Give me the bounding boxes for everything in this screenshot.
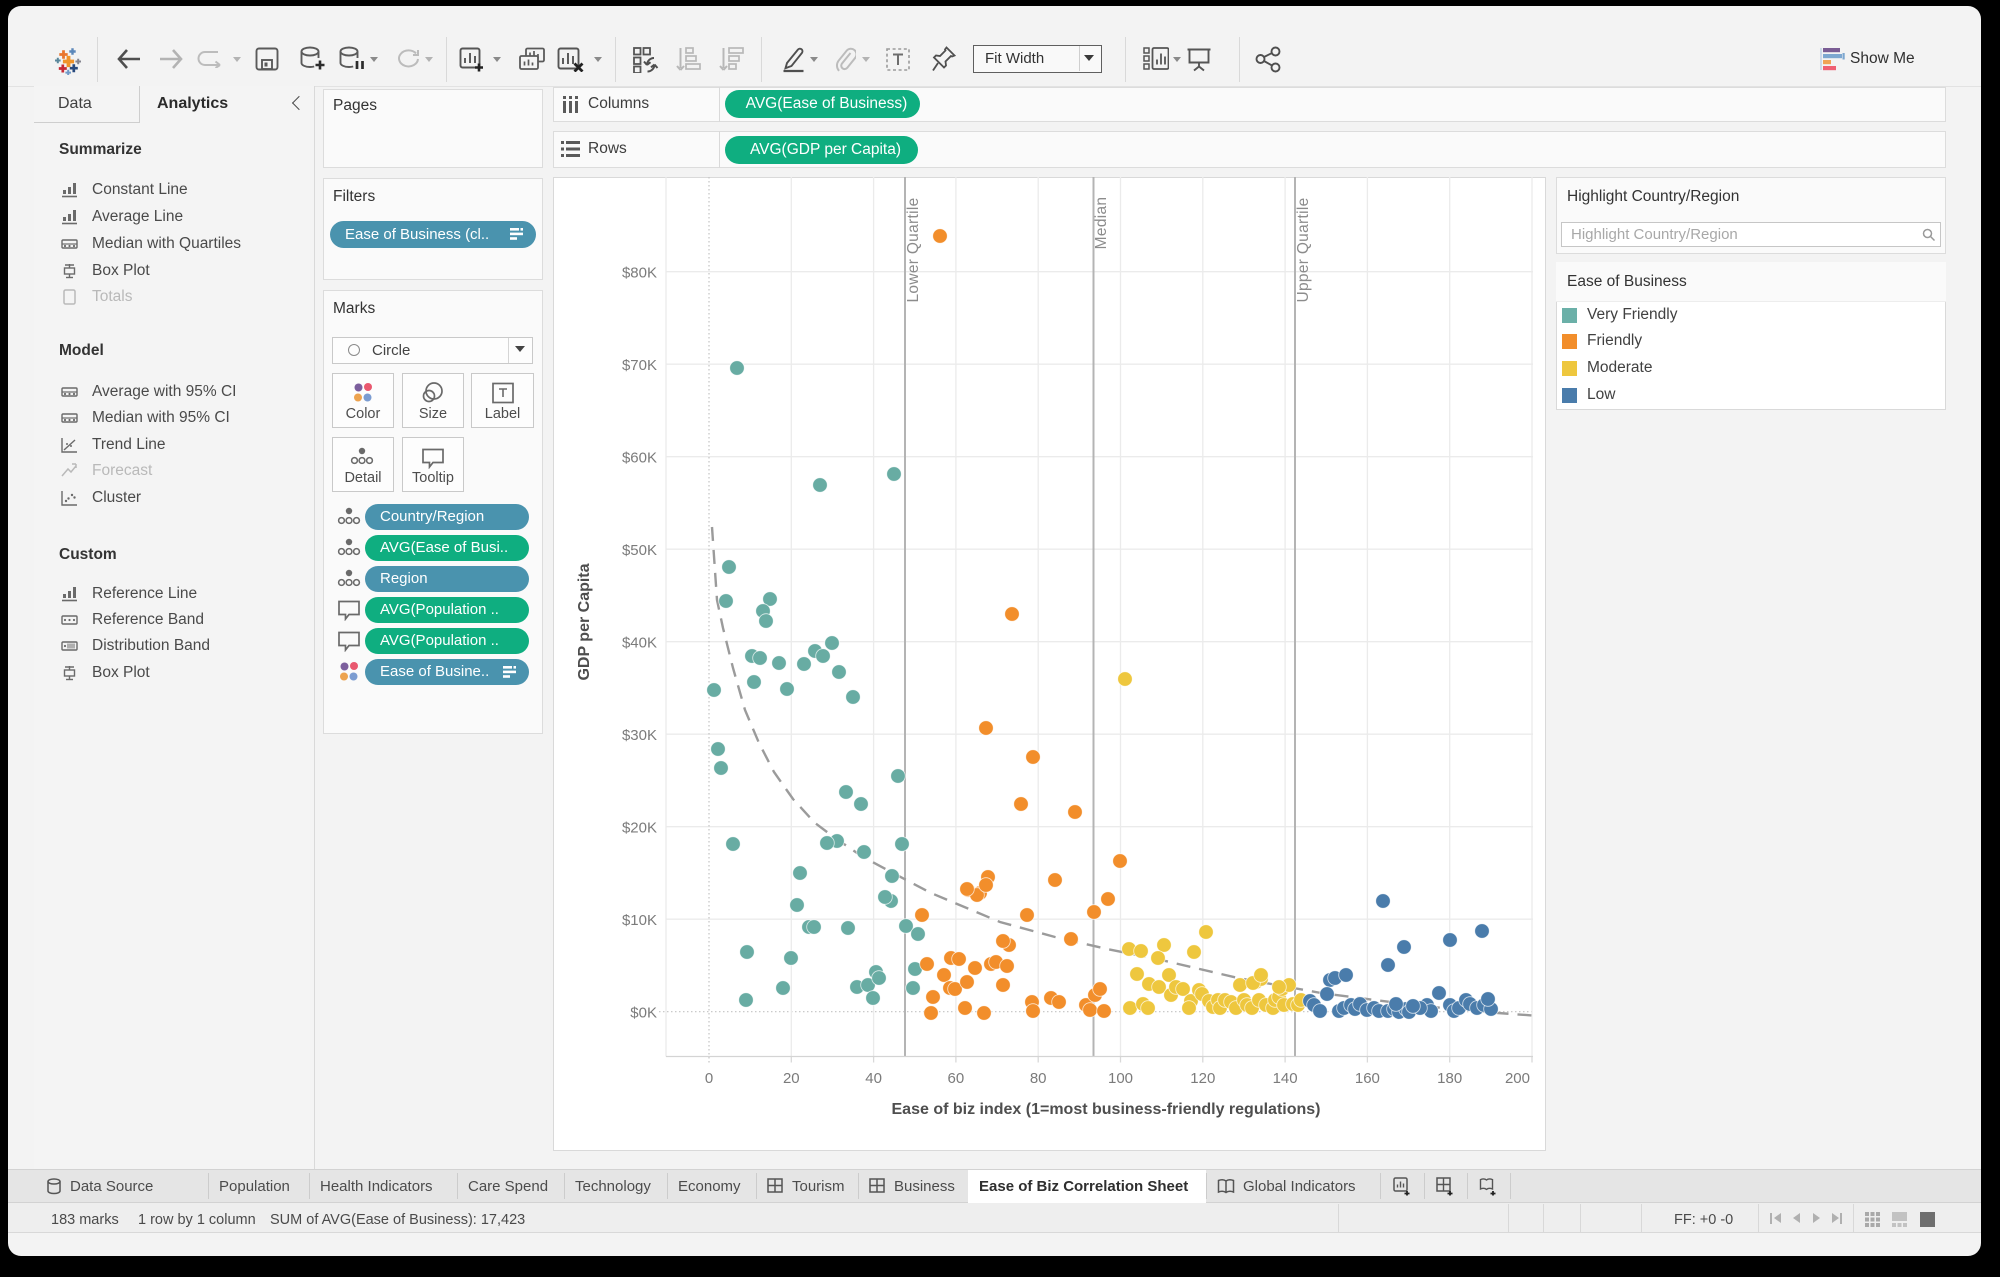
svg-text:Median: Median — [1093, 197, 1110, 250]
svg-text:$10K: $10K — [622, 912, 657, 929]
svg-text:$60K: $60K — [622, 450, 657, 467]
svg-text:140: 140 — [1273, 1070, 1298, 1087]
svg-text:$20K: $20K — [622, 820, 657, 837]
svg-text:180: 180 — [1437, 1070, 1462, 1087]
svg-text:$80K: $80K — [622, 265, 657, 282]
svg-text:Lower Quartile: Lower Quartile — [905, 198, 922, 303]
svg-text:100: 100 — [1108, 1070, 1133, 1087]
svg-text:40: 40 — [865, 1070, 882, 1087]
svg-text:Upper Quartile: Upper Quartile — [1295, 198, 1312, 303]
svg-text:20: 20 — [783, 1070, 800, 1087]
svg-text:200: 200 — [1505, 1070, 1530, 1087]
svg-text:120: 120 — [1190, 1070, 1215, 1087]
svg-text:$70K: $70K — [622, 357, 657, 374]
svg-text:0: 0 — [705, 1070, 713, 1087]
svg-text:GDP per Capita: GDP per Capita — [576, 563, 593, 680]
svg-text:60: 60 — [948, 1070, 965, 1087]
svg-text:$50K: $50K — [622, 542, 657, 559]
svg-text:$40K: $40K — [622, 635, 657, 652]
svg-text:$0K: $0K — [630, 1005, 657, 1022]
svg-text:$30K: $30K — [622, 727, 657, 744]
svg-text:160: 160 — [1355, 1070, 1380, 1087]
svg-text:Ease of biz index (1=most busi: Ease of biz index (1=most business-frien… — [892, 1101, 1321, 1118]
svg-text:80: 80 — [1030, 1070, 1047, 1087]
